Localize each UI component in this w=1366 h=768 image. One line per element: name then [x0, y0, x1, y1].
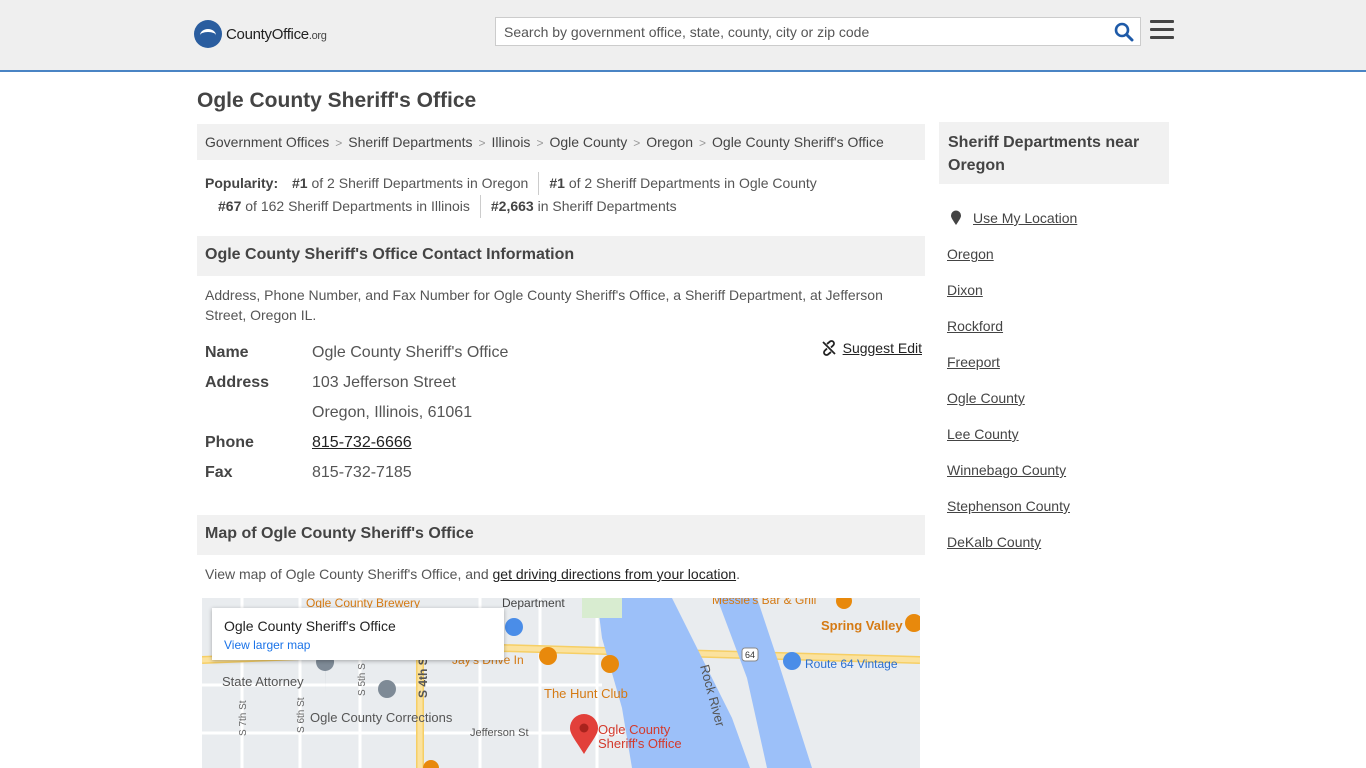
office-name: Ogle County Sheriff's Office — [312, 344, 509, 361]
sidebar-link-winnebago-county[interactable]: Winnebago County — [947, 462, 1066, 478]
logo-suffix: .org — [308, 29, 327, 42]
breadcrumb-item[interactable]: Sheriff Departments — [348, 134, 472, 150]
popularity-item: #1 of 2 Sheriff Departments in Ogle Coun… — [538, 172, 826, 195]
address-line2: Oregon, Illinois, 61061 — [312, 404, 473, 421]
embedded-map[interactable]: 64 Ogle County Brewery Department Messie… — [202, 598, 920, 768]
chevron-right-icon: > — [536, 136, 544, 150]
svg-text:Route 64 Vintage: Route 64 Vintage — [805, 657, 898, 671]
breadcrumb: Government Offices > Sheriff Departments > I… — [197, 124, 925, 160]
chevron-right-icon: > — [335, 136, 343, 150]
logo-seal-icon — [194, 20, 222, 48]
map-info-card: Ogle County Sheriff's Office View larger… — [212, 608, 504, 660]
popularity-item: #67 of 162 Sheriff Departments in Illino… — [218, 198, 470, 214]
search-input[interactable] — [496, 18, 1096, 45]
svg-text:Spring Valley: Spring Valley — [821, 618, 903, 633]
sidebar-link-dekalb-county[interactable]: DeKalb County — [947, 534, 1041, 550]
sidebar-link-lee-county[interactable]: Lee County — [947, 426, 1019, 442]
svg-text:Sheriff's Office: Sheriff's Office — [598, 736, 682, 751]
sidebar-link-freeport[interactable]: Freeport — [947, 354, 1000, 370]
sidebar-link-dixon[interactable]: Dixon — [947, 282, 983, 298]
use-my-location-link[interactable]: Use My Location — [973, 210, 1077, 226]
breadcrumb-item[interactable]: Ogle County — [549, 134, 627, 150]
svg-text:S 7th St: S 7th St — [238, 700, 249, 736]
search-box — [495, 17, 1141, 46]
map-description: View map of Ogle County Sheriff's Office… — [205, 566, 740, 582]
contact-info: Suggest Edit Name Ogle County Sheriff's O… — [205, 338, 925, 488]
suggest-edit-link[interactable]: Suggest Edit — [843, 340, 922, 356]
svg-text:Messie's Bar & Grill: Messie's Bar & Grill — [712, 598, 816, 607]
use-my-location[interactable]: Use My Location — [947, 200, 1077, 236]
name-label: Name — [205, 344, 249, 361]
breadcrumb-item[interactable]: Government Offices — [205, 134, 329, 150]
chevron-right-icon: > — [478, 136, 486, 150]
svg-text:State Attorney: State Attorney — [222, 674, 304, 689]
svg-text:64: 64 — [745, 650, 755, 660]
logo-text: CountyOffice — [226, 25, 309, 43]
sidebar-link-ogle-county[interactable]: Ogle County — [947, 390, 1025, 406]
contact-description: Address, Phone Number, and Fax Number fo… — [205, 287, 883, 323]
svg-text:Jefferson St: Jefferson St — [470, 727, 529, 739]
chevron-right-icon: > — [699, 136, 707, 150]
svg-text:Department: Department — [502, 598, 565, 610]
logo-wordmark: CountyOffice.org — [226, 26, 327, 43]
svg-text:Ogle County Corrections: Ogle County Corrections — [310, 710, 453, 725]
broken-link-icon — [821, 340, 836, 356]
popularity-label: Popularity: — [205, 175, 279, 191]
map-marker-icon — [951, 210, 961, 225]
search-icon[interactable] — [1114, 22, 1134, 42]
svg-text:S 6th St: S 6th St — [296, 697, 307, 733]
popularity-item: #1 of 2 Sheriff Departments in Oregon — [292, 175, 529, 191]
breadcrumb-item[interactable]: Oregon — [646, 134, 693, 150]
page-title: Ogle County Sheriff's Office — [197, 89, 477, 112]
address-line1: 103 Jefferson Street — [312, 374, 456, 391]
address-label: Address — [205, 374, 270, 391]
map-heading: Map of Ogle County Sheriff's Office — [197, 515, 925, 555]
fax-number: 815-732-7185 — [312, 464, 412, 481]
hamburger-menu-icon[interactable] — [1150, 20, 1174, 40]
svg-text:The Hunt Club: The Hunt Club — [544, 686, 628, 701]
chevron-right-icon: > — [633, 136, 641, 150]
sidebar-link-rockford[interactable]: Rockford — [947, 318, 1003, 334]
breadcrumb-current: Ogle County Sheriff's Office — [712, 134, 884, 150]
sidebar-links: Use My Location Oregon Dixon Rockford Fr… — [947, 200, 1077, 560]
contact-heading: Ogle County Sheriff's Office Contact Inf… — [197, 236, 925, 276]
popularity-item: #2,663 in Sheriff Departments — [479, 195, 687, 218]
fax-label: Fax — [205, 464, 233, 481]
site-logo[interactable]: CountyOffice.org — [194, 20, 327, 48]
sidebar-heading: Sheriff Departments near Oregon — [939, 122, 1169, 184]
phone-link[interactable]: 815-732-6666 — [312, 434, 412, 451]
svg-text:Ogle County: Ogle County — [598, 722, 671, 737]
driving-directions-link[interactable]: get driving directions from your locatio… — [493, 566, 737, 582]
sidebar-link-oregon[interactable]: Oregon — [947, 246, 994, 262]
site-header: CountyOffice.org — [0, 0, 1366, 72]
svg-text:S 4th S: S 4th S — [416, 657, 430, 698]
phone-label: Phone — [205, 434, 254, 451]
view-larger-map-link[interactable]: View larger map — [224, 638, 492, 652]
breadcrumb-item[interactable]: Illinois — [492, 134, 531, 150]
popularity-block: Popularity: #1 of 2 Sheriff Departments … — [205, 172, 925, 218]
suggest-edit[interactable]: Suggest Edit — [821, 340, 922, 356]
sidebar-link-stephenson-county[interactable]: Stephenson County — [947, 498, 1070, 514]
map-card-title: Ogle County Sheriff's Office — [224, 618, 396, 634]
svg-text:S 5th S: S 5th S — [357, 663, 368, 696]
